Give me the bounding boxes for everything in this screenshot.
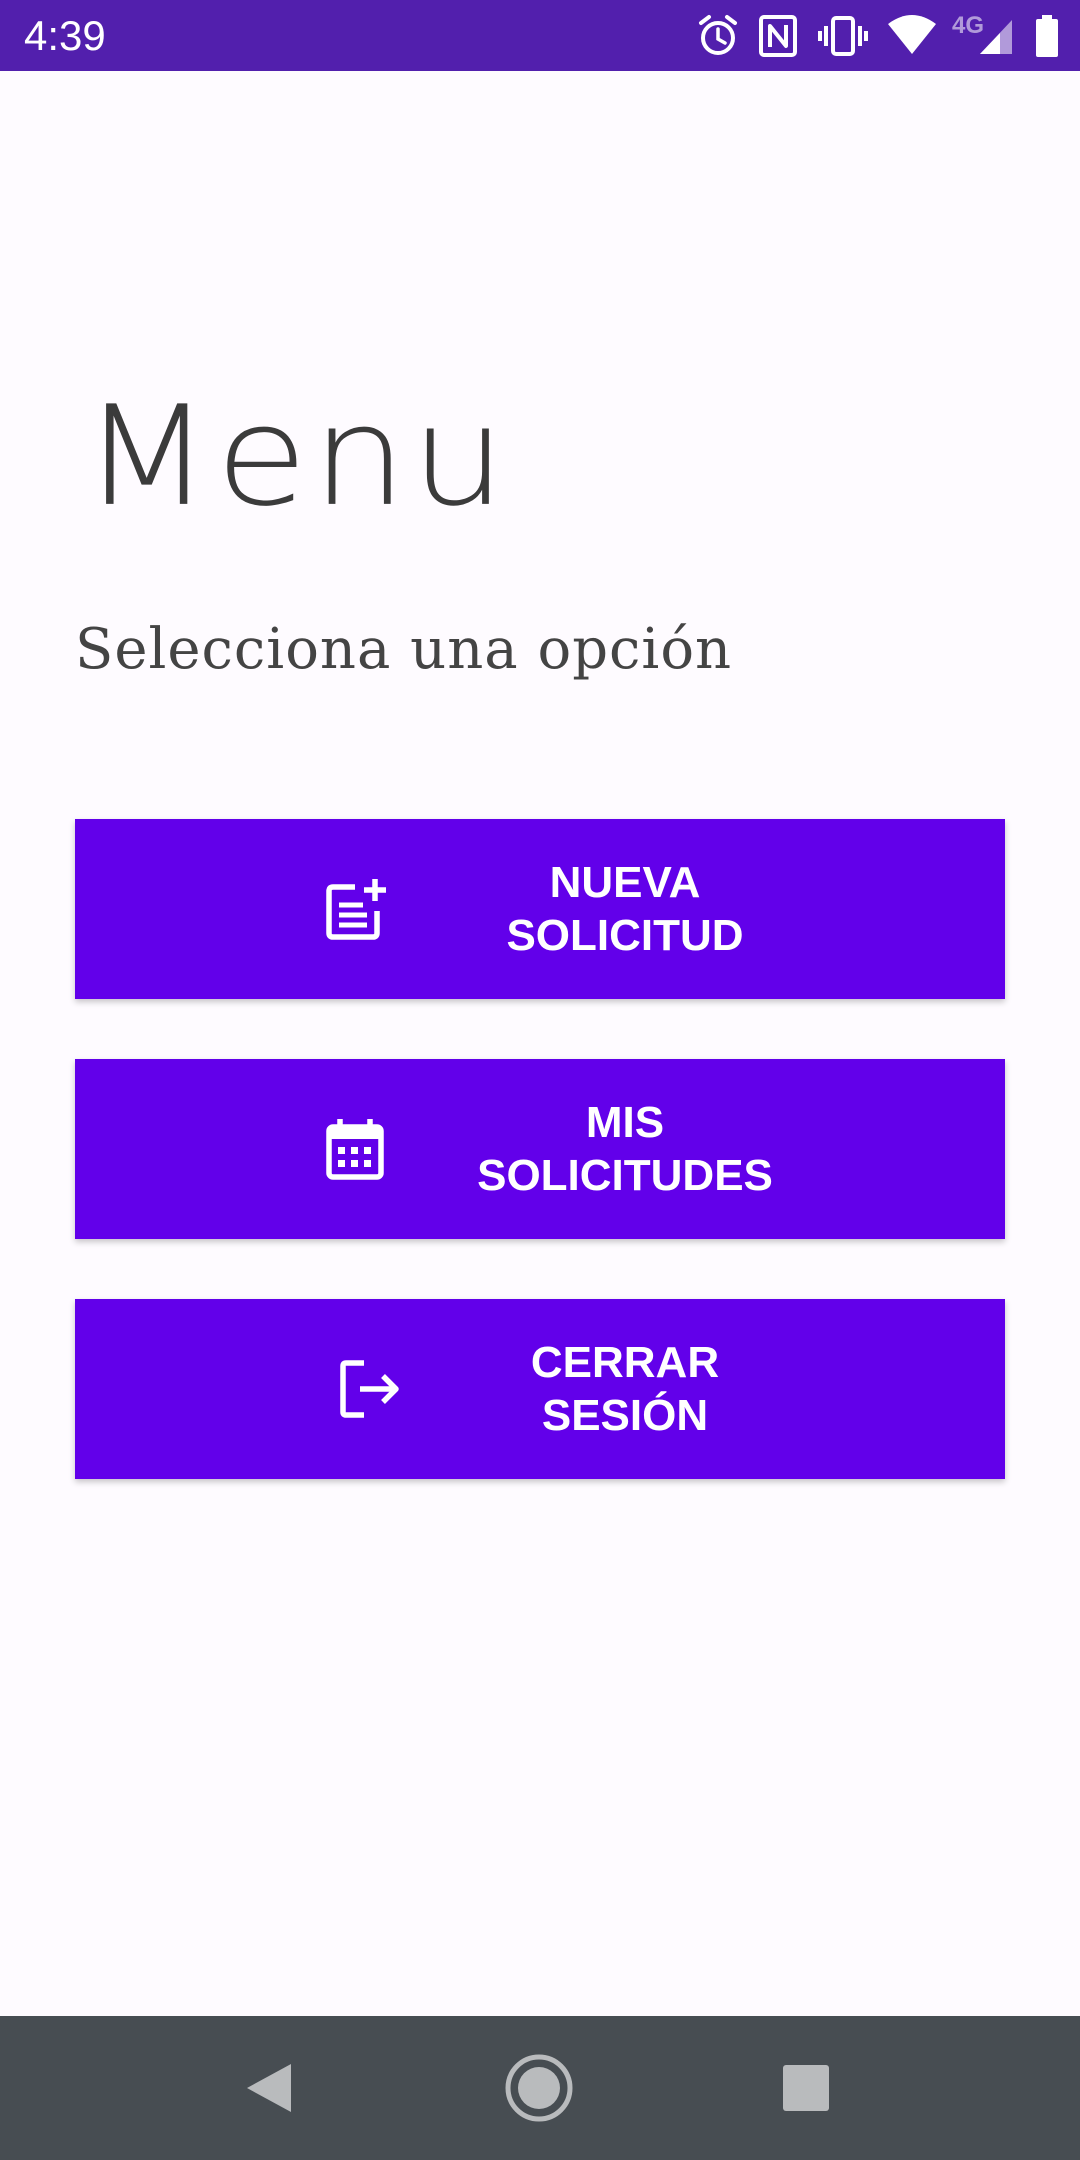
new-request-button[interactable]: NUEVA SOLICITUD — [75, 819, 1005, 999]
vibrate-icon — [817, 16, 868, 56]
wifi-icon — [887, 15, 936, 54]
network-type-label: 4G — [951, 12, 984, 39]
recents-icon — [783, 2065, 829, 2111]
calendar-icon — [315, 1109, 395, 1189]
recents-button[interactable] — [770, 2052, 842, 2124]
status-time: 4:39 — [24, 12, 106, 59]
home-button[interactable] — [503, 2052, 575, 2124]
logout-label: CERRAR SESIÓN — [530, 1338, 720, 1440]
logout-button[interactable]: CERRAR SESIÓN — [75, 1299, 1005, 1479]
my-requests-button[interactable]: MIS SOLICITUDES — [75, 1059, 1005, 1239]
page-subtitle: Selecciona una opción — [75, 617, 733, 682]
post-add-icon — [315, 869, 395, 949]
page-title: Menu — [82, 376, 510, 538]
new-request-label: NUEVA SOLICITUD — [506, 858, 744, 960]
back-icon — [247, 2064, 291, 2112]
back-button[interactable] — [233, 2052, 305, 2124]
alarm-icon — [698, 15, 737, 55]
battery-icon — [1036, 15, 1058, 57]
nfc-icon — [758, 15, 797, 57]
app-screen: 4:39 4G Menu Selecciona una opción NUEVA… — [0, 0, 1080, 2160]
navigation-bar — [0, 2016, 1080, 2160]
status-bar: 4:39 4G — [0, 0, 1080, 71]
home-icon — [505, 2054, 573, 2122]
my-requests-label: MIS SOLICITUDES — [477, 1098, 773, 1200]
status-icons: 4G — [678, 12, 1060, 60]
